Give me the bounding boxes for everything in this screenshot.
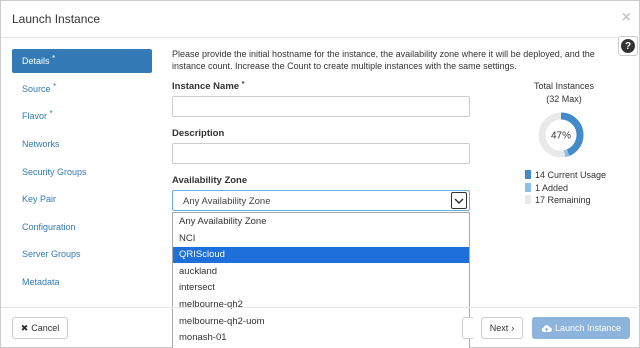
sidebar-item-configuration[interactable]: Configuration — [12, 215, 152, 239]
next-button-label: Next — [489, 323, 509, 333]
current-usage-swatch — [525, 170, 531, 179]
required-mark: * — [53, 82, 57, 91]
quota-subtitle: (32 Max) — [546, 94, 582, 104]
availability-zone-label: Availability Zone — [172, 175, 248, 186]
availability-zone-select[interactable]: Any Availability Zone — [172, 190, 470, 211]
required-mark: * — [241, 81, 245, 88]
launch-button-label: Launch Instance — [554, 323, 622, 333]
sidebar-item-label: Configuration — [22, 222, 76, 232]
sidebar-item-metadata[interactable]: Metadata — [12, 270, 152, 294]
remaining-swatch — [525, 195, 531, 204]
close-icon: ✖ — [20, 322, 29, 333]
zone-option-highlighted[interactable]: QRIScloud — [173, 247, 469, 263]
required-mark: * — [52, 54, 56, 63]
legend-remaining: 17 Remaining — [525, 194, 591, 206]
donut-percent-label: 47% — [551, 131, 571, 142]
sidebar-item-security-groups[interactable]: Security Groups — [12, 160, 152, 184]
legend-count: 14 — [535, 170, 546, 180]
chevron-right-icon: › — [511, 323, 515, 333]
legend-count: 1 — [535, 183, 541, 193]
zone-option[interactable]: auckland — [173, 264, 469, 280]
required-mark: * — [49, 109, 53, 118]
instances-donut-chart: 47% — [538, 112, 584, 158]
sidebar-item-label: Source — [22, 84, 51, 94]
instance-name-label: Instance Name * — [172, 81, 244, 92]
availability-zone-value: Any Availability Zone — [183, 196, 271, 207]
legend-label: Remaining — [547, 195, 591, 205]
sidebar-item-label: Flavor — [22, 111, 48, 121]
help-icon: ? — [621, 39, 635, 53]
zone-option[interactable]: NCI — [173, 231, 469, 247]
close-icon[interactable]: × — [622, 9, 631, 27]
sidebar-item-key-pair[interactable]: Key Pair — [12, 187, 152, 211]
sidebar-item-details[interactable]: Details * — [12, 49, 152, 73]
cancel-button[interactable]: ✖ Cancel — [12, 317, 68, 339]
back-button[interactable] — [462, 317, 474, 339]
chevron-down-icon[interactable] — [451, 192, 467, 209]
sidebar-item-label: Key Pair — [22, 194, 57, 204]
sidebar-item-server-groups[interactable]: Server Groups — [12, 242, 152, 266]
modal-title: Launch Instance — [12, 12, 101, 26]
next-button[interactable]: Next › — [481, 317, 523, 339]
sidebar-item-flavor[interactable]: Flavor * — [12, 104, 152, 128]
sidebar-item-label: Networks — [22, 139, 60, 149]
legend-count: 17 — [535, 195, 546, 205]
cloud-upload-icon — [541, 324, 552, 332]
legend-current-usage: 14 Current Usage — [525, 169, 606, 181]
quota-title: Total Instances — [533, 81, 595, 91]
sidebar-item-label: Metadata — [22, 277, 60, 287]
sidebar-item-label: Security Groups — [22, 167, 87, 177]
sidebar-item-networks[interactable]: Networks — [12, 132, 152, 156]
sidebar-item-label: Details — [22, 56, 50, 66]
cancel-button-label: Cancel — [31, 323, 60, 333]
instance-name-label-text: Instance Name — [172, 81, 240, 92]
modal-header: Launch Instance × — [1, 1, 640, 38]
launch-instance-button[interactable]: Launch Instance — [532, 317, 630, 339]
sidebar-item-label: Server Groups — [22, 249, 81, 259]
legend-label: Added — [542, 183, 569, 193]
zone-option[interactable]: Any Availability Zone — [173, 214, 469, 230]
details-intro-text: Please provide the initial hostname for … — [172, 49, 595, 71]
zone-option[interactable]: intersect — [173, 280, 469, 296]
instance-name-input[interactable] — [172, 96, 470, 117]
added-swatch — [525, 183, 531, 192]
description-label: Description — [172, 128, 225, 139]
sidebar-item-source[interactable]: Source * — [12, 77, 152, 101]
launch-instance-modal: Launch Instance × ? Details * Source * F… — [0, 0, 640, 348]
legend-label: Current Usage — [547, 170, 607, 180]
description-input[interactable] — [172, 143, 470, 164]
legend-added: 1 Added — [525, 182, 568, 194]
